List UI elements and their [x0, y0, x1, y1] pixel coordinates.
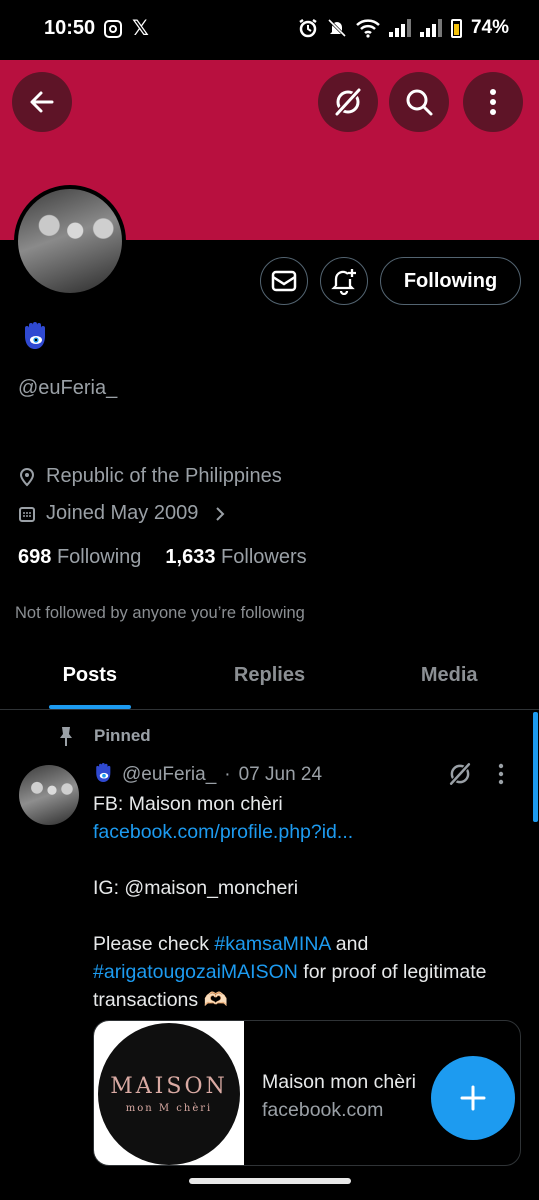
- wifi-icon: [356, 19, 380, 38]
- post-author-handle[interactable]: @euFeria_: [122, 764, 216, 786]
- battery-percent: 74%: [470, 17, 509, 38]
- hashtag-arigatougozaimaison[interactable]: #arigatougozaiMAISON: [93, 961, 298, 983]
- not-followed-note: Not followed by anyone you’re following: [15, 604, 305, 622]
- back-button[interactable]: [12, 72, 72, 132]
- grok-button[interactable]: [318, 72, 378, 132]
- profile-tabs: Posts Replies Media: [0, 642, 539, 710]
- post-grok-button[interactable]: [447, 761, 473, 792]
- plus-icon: [460, 1085, 486, 1111]
- hashtag-kamsamina[interactable]: #kamsaMINA: [214, 933, 330, 955]
- mail-icon: [271, 270, 297, 292]
- follow-stats: 698 Following 1,633 Followers: [18, 546, 307, 569]
- home-indicator[interactable]: [189, 1178, 351, 1184]
- more-vertical-icon: [498, 763, 504, 785]
- card-thumbnail: MAISON mon M chèri: [94, 1021, 244, 1165]
- post-line-check: Please check #kamsaMINA and: [93, 930, 525, 958]
- calendar-icon: [19, 506, 35, 522]
- tab-media[interactable]: Media: [359, 642, 539, 709]
- following-count: 698: [18, 546, 52, 568]
- post-more-button[interactable]: [498, 763, 504, 790]
- hamsa-emoji-icon: [96, 763, 111, 783]
- scrollbar-thumb[interactable]: [533, 712, 538, 822]
- location-row: Republic of the Philippines: [18, 465, 282, 488]
- status-icons: 74%: [298, 17, 509, 39]
- post-author-avatar[interactable]: [19, 765, 79, 825]
- card-title: Maison mon chèri: [262, 1071, 416, 1093]
- tab-replies[interactable]: Replies: [180, 642, 360, 709]
- following-button[interactable]: Following: [380, 257, 521, 305]
- post-line-fb: FB: Maison mon chèri: [93, 793, 283, 815]
- status-time: 10:50: [44, 17, 96, 39]
- more-vertical-icon: [490, 89, 496, 115]
- maison-logo: MAISON mon M chèri: [98, 1023, 240, 1165]
- following-label: Following: [56, 546, 142, 568]
- search-icon: [406, 89, 433, 116]
- post-line-ig: IG: @maison_moncheri: [93, 877, 299, 899]
- post-link[interactable]: facebook.com/profile.php?id...: [93, 818, 525, 846]
- followers-stat[interactable]: 1,633 Followers: [165, 546, 306, 569]
- silent-bell-icon: [327, 18, 347, 38]
- instagram-notification-icon: [104, 20, 122, 38]
- x-notification-icon: 𝕏: [132, 17, 149, 40]
- post-date[interactable]: 07 Jun 24: [239, 764, 322, 786]
- location-pin-icon: [19, 467, 35, 486]
- pinned-label: Pinned: [94, 726, 151, 745]
- profile-avatar[interactable]: [14, 185, 126, 297]
- card-domain: facebook.com: [262, 1099, 384, 1121]
- post-check-mid: and: [330, 933, 369, 955]
- tab-posts[interactable]: Posts: [0, 642, 180, 709]
- location-text: Republic of the Philippines: [46, 465, 282, 487]
- pinned-indicator: Pinned: [56, 725, 151, 747]
- post-body: FB: Maison mon chèri facebook.com/profil…: [93, 790, 525, 1014]
- more-options-button[interactable]: [463, 72, 523, 132]
- joined-text: Joined May 2009: [46, 502, 199, 524]
- joined-row[interactable]: Joined May 2009: [18, 502, 226, 525]
- followers-label: Followers: [221, 546, 307, 568]
- following-stat[interactable]: 698 Following: [18, 546, 141, 569]
- logo-text: MAISON: [110, 1074, 228, 1099]
- compose-post-button[interactable]: [431, 1056, 515, 1140]
- message-button[interactable]: [260, 257, 308, 305]
- grok-icon: [449, 762, 471, 786]
- grok-icon: [334, 87, 362, 117]
- post-line-proof: #arigatougozaiMAISON for proof of legiti…: [93, 958, 525, 1014]
- chevron-right-icon: [216, 506, 225, 521]
- bell-plus-icon: [331, 269, 356, 295]
- logo-subtext: mon M chèri: [125, 1103, 213, 1114]
- pin-icon: [60, 727, 72, 746]
- profile-handle: @euFeria_: [18, 377, 118, 399]
- back-arrow-icon: [30, 91, 54, 113]
- signal-strength-icon-1: [388, 19, 411, 37]
- followers-count: 1,633: [165, 546, 216, 568]
- post-separator: ·: [224, 764, 231, 785]
- status-bar: 10:50 𝕏 74%: [0, 0, 539, 60]
- post-check-prefix: Please check: [93, 933, 215, 955]
- battery-icon: [450, 18, 462, 38]
- alarm-icon: [299, 18, 317, 38]
- hamsa-emoji-icon: [25, 322, 45, 349]
- post-header: @euFeria_ · 07 Jun 24: [94, 763, 322, 787]
- search-button[interactable]: [389, 72, 449, 132]
- notifications-button[interactable]: [320, 257, 368, 305]
- signal-strength-icon-2: [419, 19, 442, 37]
